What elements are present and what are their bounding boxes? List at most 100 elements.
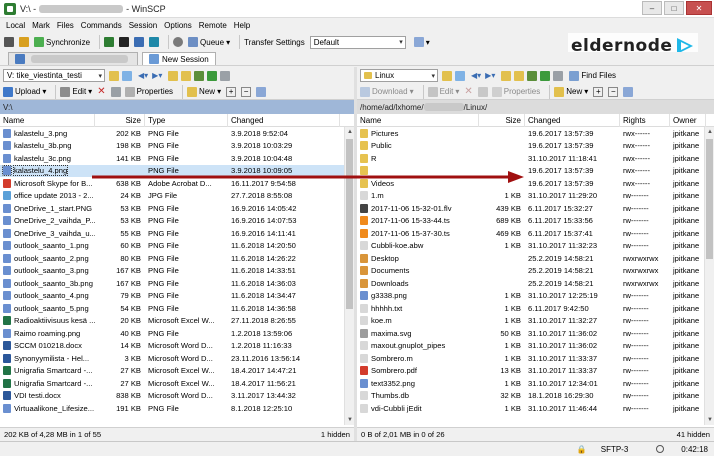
close-button[interactable]: ✕ (686, 1, 712, 15)
compare-button[interactable] (19, 37, 29, 47)
preferences-button[interactable] (173, 37, 184, 47)
table-row[interactable]: text3352.png 1 KB 31.10.2017 12:34:01 rw---… (357, 377, 714, 390)
transfer-options-button[interactable]: ▾ (413, 37, 430, 47)
select-all-icon[interactable]: + (593, 86, 604, 97)
scrollbar-thumb[interactable] (346, 139, 353, 309)
remote-new-button[interactable]: New ▾ (554, 86, 588, 97)
table-row[interactable]: g3338.png 1 KB 31.10.2017 12:25:19 rw------… (357, 290, 714, 303)
sort-icon[interactable] (553, 70, 564, 81)
table-row[interactable]: kalastelu_4.png PNG File 3.9.2018 10:09:05 (0, 164, 354, 177)
table-row[interactable]: Virtuaalikone_Lifesize... 191 KB PNG File 8… (0, 402, 354, 415)
delete-icon[interactable]: ✕ (464, 86, 472, 97)
remote-directory-select[interactable]: Linux (360, 69, 438, 82)
menu-commands[interactable]: Commands (81, 21, 122, 30)
table-row[interactable]: Cubbli-koe.abw 1 KB 31.10.2017 11:32:23 rw-… (357, 240, 714, 253)
scroll-down-icon[interactable]: ▼ (345, 415, 354, 425)
filter-icon[interactable] (455, 70, 465, 81)
table-row[interactable]: vdi-Cubbli jEdit 1 KB 31.10.2017 11:46:44 r… (357, 402, 714, 415)
queue-button[interactable]: Queue ▾ (188, 37, 230, 47)
table-row[interactable]: 19.6.2017 13:57:39 rwx------ jpitkane (357, 165, 714, 178)
putty-button[interactable] (134, 37, 145, 47)
table-row[interactable]: Radioaktiivisuus kesä ... 20 KB Microsoft … (0, 315, 354, 328)
table-row[interactable]: Documents 25.2.2019 14:58:21 rwxrwxrwx jpit… (357, 265, 714, 278)
menu-files[interactable]: Files (57, 21, 74, 30)
new-session-tab[interactable]: New Session (142, 52, 216, 65)
scroll-down-icon[interactable]: ▼ (705, 415, 714, 425)
local-path-bar[interactable]: V:\ (0, 100, 354, 114)
pageant-button[interactable] (149, 37, 160, 47)
refresh-icon[interactable] (207, 70, 218, 81)
table-row[interactable]: kalastelu_3b.png 198 KB PNG File 3.9.2018 1… (0, 140, 354, 153)
table-row[interactable]: outlook_saanto_4.png 79 KB PNG File 11.6.20… (0, 290, 354, 303)
menu-options[interactable]: Options (164, 21, 192, 30)
column-changed[interactable]: Changed (228, 113, 340, 127)
table-row[interactable]: Raimo roaming.png 40 KB PNG File 1.2.2018 1… (0, 327, 354, 340)
table-row[interactable]: OneDrive_1_start.PNG 53 KB PNG File 16.9.20… (0, 202, 354, 215)
local-scrollbar[interactable]: ▲ ▼ (344, 127, 354, 425)
table-row[interactable]: OneDrive_3_vaihda_u... 55 KB PNG File 16.9.… (0, 227, 354, 240)
remote-path-bar[interactable]: /home/ad/lxhome/ /Linux/ (357, 100, 714, 114)
find-files-button[interactable]: Find Files (569, 70, 616, 81)
home-icon[interactable] (194, 70, 205, 81)
scroll-up-icon[interactable]: ▲ (705, 127, 714, 137)
scrollbar-thumb[interactable] (706, 139, 713, 259)
open-folder-icon[interactable] (442, 70, 452, 81)
local-edit-button[interactable]: Edit ▾ (60, 86, 92, 97)
table-row[interactable]: maxout.gnuplot_pipes 1 KB 31.10.2017 11:36… (357, 340, 714, 353)
table-row[interactable]: 2017-11-06 15-37-30.ts 469 KB 6.11.2017 15… (357, 227, 714, 240)
table-row[interactable]: kalastelu_3.png 202 KB PNG File 3.9.2018 9:… (0, 127, 354, 140)
table-row[interactable]: office update 2013 - 2... 24 KB JPG File 27… (0, 190, 354, 203)
column-size[interactable]: Size (95, 113, 145, 127)
back-icon[interactable]: ◀▾ (471, 71, 481, 80)
table-row[interactable]: Sombrero.pdf 13 KB 31.10.2017 11:33:37 rw--… (357, 365, 714, 378)
local-properties-button[interactable]: Properties (124, 86, 173, 97)
table-row[interactable]: Desktop 25.2.2019 14:58:21 rwxrwxrwx jpitka… (357, 252, 714, 265)
session-tab-active[interactable] (8, 52, 138, 65)
table-row[interactable]: maxima.svg 50 KB 31.10.2017 11:36:02 rw----… (357, 327, 714, 340)
table-row[interactable]: outlook_saanto_5.png 54 KB PNG File 11.6.20… (0, 302, 354, 315)
remote-edit-button[interactable]: Edit ▾ (427, 86, 459, 97)
menu-local[interactable]: Local (6, 21, 25, 30)
table-row[interactable]: Public 19.6.2017 13:57:39 rwx------ jpitkan… (357, 140, 714, 153)
menu-mark[interactable]: Mark (32, 21, 50, 30)
forward-icon[interactable]: ▶▾ (152, 71, 162, 80)
column-name[interactable]: Name (0, 113, 95, 127)
table-row[interactable]: OneDrive_2_vaihda_P... 53 KB PNG File 16.9.… (0, 215, 354, 228)
table-row[interactable]: Downloads 25.2.2019 14:58:21 rwxrwxrwx jpit… (357, 277, 714, 290)
table-row[interactable]: R 31.10.2017 11:18:41 rwx------ jpitkane (357, 152, 714, 165)
remote-scrollbar[interactable]: ▲ ▼ (704, 127, 714, 425)
table-row[interactable]: Sombrero.m 1 KB 31.10.2017 11:33:37 rw-----… (357, 352, 714, 365)
table-row[interactable]: SCCM 010218.docx 14 KB Microsoft Word D...… (0, 340, 354, 353)
filter-selection-icon[interactable] (623, 86, 634, 97)
delete-icon[interactable]: ✕ (97, 86, 105, 97)
open-folder-icon[interactable] (109, 70, 119, 81)
local-drive-select[interactable]: V: tike_viestinta_testi (3, 69, 105, 82)
local-status-hidden[interactable]: 1 hidden (321, 430, 350, 439)
remote-file-list[interactable]: Pictures 19.6.2017 13:57:39 rwx------ jpitk… (357, 127, 714, 425)
table-row[interactable]: 2017-11-06 15-33-44.ts 689 KB 6.11.2017 15… (357, 215, 714, 228)
filter-selection-icon[interactable] (256, 86, 267, 97)
table-row[interactable]: Videos 19.6.2017 13:57:39 rwx------ jpitkan… (357, 177, 714, 190)
refresh-icon[interactable] (540, 70, 551, 81)
table-row[interactable]: Unigrafia Smartcard -... 27 KB Microsoft E… (0, 365, 354, 378)
console-button[interactable] (119, 37, 130, 47)
table-row[interactable]: Unigrafia Smartcard -... 27 KB Microsoft E… (0, 377, 354, 390)
home-icon[interactable] (527, 70, 538, 81)
table-row[interactable]: Pictures 19.6.2017 13:57:39 rwx------ jpitk… (357, 127, 714, 140)
table-row[interactable]: outlook_saanto_1.png 60 KB PNG File 11.6.20… (0, 240, 354, 253)
rename-icon[interactable] (110, 86, 121, 97)
local-file-list[interactable]: kalastelu_3.png 202 KB PNG File 3.9.2018 9:… (0, 127, 354, 425)
keep-up-to-date-button[interactable] (104, 37, 115, 47)
remote-status-hidden[interactable]: 41 hidden (677, 430, 710, 439)
remote-properties-button[interactable]: Properties (491, 86, 540, 97)
parent-folder-icon[interactable] (168, 70, 179, 81)
table-row[interactable]: VDI testi.docx 838 KB Microsoft Word D... 3… (0, 390, 354, 403)
root-folder-icon[interactable] (181, 70, 192, 81)
select-all-icon[interactable]: + (226, 86, 237, 97)
unselect-icon[interactable]: − (608, 86, 619, 97)
menu-session[interactable]: Session (129, 21, 157, 30)
synchronize-button[interactable]: Synchronize (34, 37, 90, 47)
local-new-button[interactable]: New ▾ (187, 86, 221, 97)
table-row[interactable]: 2017-11-06 15-32-01.flv 439 KB 6.11.2017 1… (357, 202, 714, 215)
add-to-queue-button[interactable] (4, 37, 14, 47)
